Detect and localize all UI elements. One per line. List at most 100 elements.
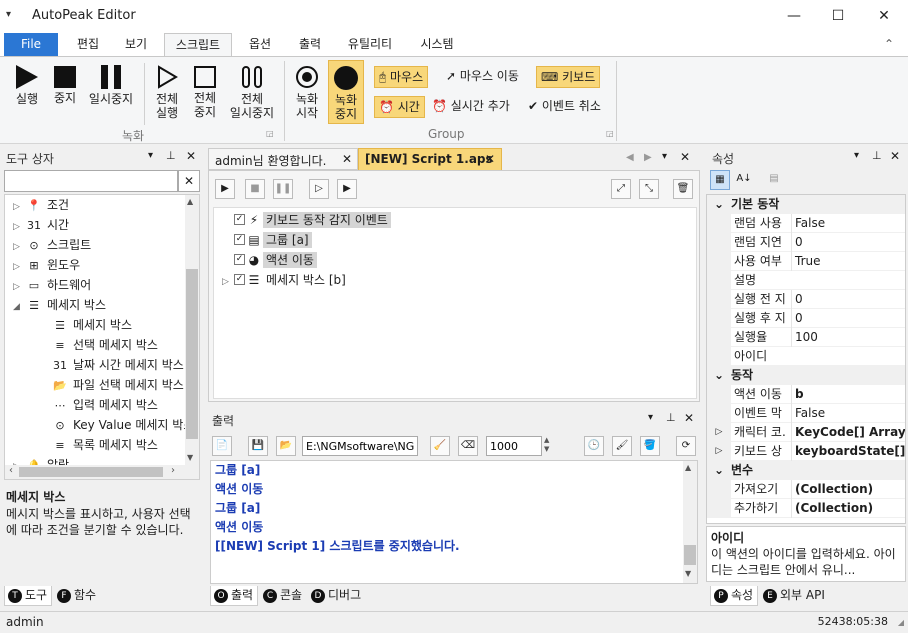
refresh-icon[interactable]: ⟳	[676, 436, 696, 456]
tab-view[interactable]: 보기	[114, 33, 158, 56]
brush-icon[interactable]: 🖌	[612, 436, 632, 456]
property-row[interactable]: 아이디	[707, 347, 905, 366]
play-icon[interactable]: ▶	[215, 179, 235, 199]
minimize-button[interactable]: —	[772, 0, 816, 32]
tab-system[interactable]: 시스템	[408, 33, 466, 56]
stop-button[interactable]: 중지	[46, 65, 84, 105]
script-node[interactable]: ✓ ▤ 그룹 [a]	[222, 230, 696, 250]
ribbon-collapse-icon[interactable]: ⌃	[884, 37, 894, 51]
pause-button[interactable]: 일시중지	[84, 65, 138, 106]
mouse-button[interactable]: 🖰 마우스	[374, 66, 429, 88]
toolbox-item[interactable]: ⊙ Key Value 메세지 박스	[5, 415, 199, 435]
maximize-button[interactable]: ☐	[816, 0, 860, 32]
close-button[interactable]: ✕	[862, 0, 906, 32]
toolbox-item[interactable]: ◢ ☰ 메세지 박스	[5, 295, 199, 315]
tab-script[interactable]: 스크립트	[164, 33, 232, 56]
run-all-button[interactable]: 전체 실행	[148, 65, 186, 120]
property-category[interactable]: ⌄ 기본 동작	[707, 195, 905, 214]
eraser-icon[interactable]: ⌫	[458, 436, 478, 456]
property-category[interactable]: ⌄ 동작	[707, 366, 905, 385]
tab-output[interactable]: 출력	[288, 33, 332, 56]
new-file-icon[interactable]: 📄	[212, 436, 232, 456]
time-button[interactable]: ⏰ 시간	[374, 96, 425, 118]
property-value[interactable]: False	[791, 214, 905, 233]
event-cancel-button[interactable]: ✔ 이벤트 취소	[524, 96, 605, 118]
collapse-arrow-icon[interactable]: ⌄	[707, 195, 731, 214]
property-value[interactable]: 0	[791, 290, 905, 309]
clean-icon[interactable]: 🧹	[430, 436, 450, 456]
stop-icon[interactable]: ■	[245, 179, 265, 199]
output-path-input[interactable]	[302, 436, 418, 456]
toolbox-item[interactable]: 📂 파일 선택 메세지 박스	[5, 375, 199, 395]
toolbox-item[interactable]: ▷ ⊞ 윈도우	[5, 255, 199, 275]
clear-search-icon[interactable]: ✕	[178, 170, 200, 192]
count-spinner[interactable]: ▲ ▼	[544, 436, 554, 456]
property-value[interactable]: 0	[791, 233, 905, 252]
tab-console[interactable]: C 콘솔	[260, 586, 306, 606]
property-value[interactable]: (Collection)	[791, 499, 905, 518]
script-node[interactable]: ✓ ⚡ 키보드 동작 감지 이벤트	[222, 210, 696, 230]
expand-arrow-icon[interactable]: ▷	[13, 237, 25, 257]
vertical-scrollbar[interactable]: ▲ ▼	[185, 195, 199, 465]
delete-icon[interactable]: 🗑	[673, 179, 693, 199]
expand-arrow-icon[interactable]: ▷	[13, 257, 25, 277]
record-stop-button[interactable]: 녹화 중지	[328, 60, 364, 124]
tab-edit[interactable]: 편집	[66, 33, 110, 56]
expand-arrow-icon[interactable]: ▷	[707, 442, 731, 461]
run-button[interactable]: 실행	[6, 65, 48, 106]
property-value[interactable]: 0	[791, 309, 905, 328]
property-value[interactable]: b	[791, 385, 905, 404]
close-panel-icon[interactable]: ✕	[186, 149, 196, 163]
property-row[interactable]: 실행 후 지 0	[707, 309, 905, 328]
property-row[interactable]: 가져오기 (Collection)	[707, 480, 905, 499]
toolbox-item[interactable]: ▷ ▭ 하드웨어	[5, 275, 199, 295]
clock-icon[interactable]: 🕒	[584, 436, 604, 456]
property-category[interactable]: ⌄ 변수	[707, 461, 905, 480]
property-row[interactable]: 랜덤 지연 0	[707, 233, 905, 252]
close-panel-icon[interactable]: ✕	[890, 149, 900, 163]
realtime-add-button[interactable]: ⏰ 실시간 추가	[428, 96, 514, 118]
collapse-arrow-icon[interactable]: ⌄	[707, 366, 731, 385]
resize-grip-icon[interactable]: ◢	[898, 618, 904, 627]
property-value[interactable]: KeyCode[] Array	[791, 423, 905, 442]
property-row[interactable]: 사용 여부 True	[707, 252, 905, 271]
toolbox-item[interactable]: ▷ ⊙ 스크립트	[5, 235, 199, 255]
toolbox-item[interactable]: ▷ 📍 조건	[5, 195, 199, 215]
property-row[interactable]: 랜덤 사용 False	[707, 214, 905, 233]
pause-icon[interactable]: ❚❚	[273, 179, 293, 199]
script-node[interactable]: ▷ ✓ ☰ 메세지 박스 [b]	[222, 270, 696, 290]
close-tab-icon[interactable]: ✕	[342, 152, 352, 166]
tab-welcome[interactable]: admin님 환영합니다. ✕	[208, 148, 358, 170]
pin-icon[interactable]: ⊥	[166, 149, 176, 162]
group-expand-icon[interactable]: ◲	[606, 129, 614, 138]
expand-icon[interactable]: ⤢	[611, 179, 631, 199]
dropdown-icon[interactable]: ▾	[854, 150, 859, 161]
toolbox-item[interactable]: ≡ 목록 메세지 박스	[5, 435, 199, 455]
tab-properties[interactable]: P 속성	[710, 586, 759, 606]
window-menu-icon[interactable]: ▾	[6, 9, 11, 20]
dropdown-icon[interactable]: ▾	[648, 412, 653, 423]
open-folder-icon[interactable]: 📂	[276, 436, 296, 456]
line-count-input[interactable]	[486, 436, 542, 456]
record-start-button[interactable]: 녹화 시작	[288, 65, 326, 120]
property-pages-icon[interactable]: ▤	[764, 170, 784, 190]
mouse-move-button[interactable]: ➚ 마우스 이동	[442, 66, 523, 88]
keyboard-button[interactable]: ⌨ 키보드	[536, 66, 601, 88]
tab-debug[interactable]: D 디버그	[308, 586, 365, 606]
close-document-icon[interactable]: ✕	[680, 150, 690, 164]
run-from-icon[interactable]: ▶	[337, 179, 357, 199]
property-row[interactable]: 설명	[707, 271, 905, 290]
scrollbar-thumb[interactable]	[186, 269, 198, 439]
toolbox-item[interactable]: 31 날짜 시간 메세지 박스	[5, 355, 199, 375]
property-row[interactable]: ▷ 캐릭터 코. KeyCode[] Array	[707, 423, 905, 442]
stop-all-button[interactable]: 전체 중지	[186, 65, 224, 119]
scroll-tabs-left-icon[interactable]: ◀	[626, 152, 634, 163]
property-row[interactable]: 이벤트 막 False	[707, 404, 905, 423]
tab-script1[interactable]: [NEW] Script 1.aps ✕	[358, 148, 502, 170]
collapse-icon[interactable]: ⤡	[639, 179, 659, 199]
node-checkbox[interactable]: ✓	[234, 234, 245, 245]
horizontal-scrollbar[interactable]: ‹ ›	[5, 465, 199, 479]
expand-arrow-icon[interactable]: ▷	[13, 277, 25, 297]
collapse-arrow-icon[interactable]: ⌄	[707, 461, 731, 480]
tab-file[interactable]: File	[4, 33, 58, 56]
